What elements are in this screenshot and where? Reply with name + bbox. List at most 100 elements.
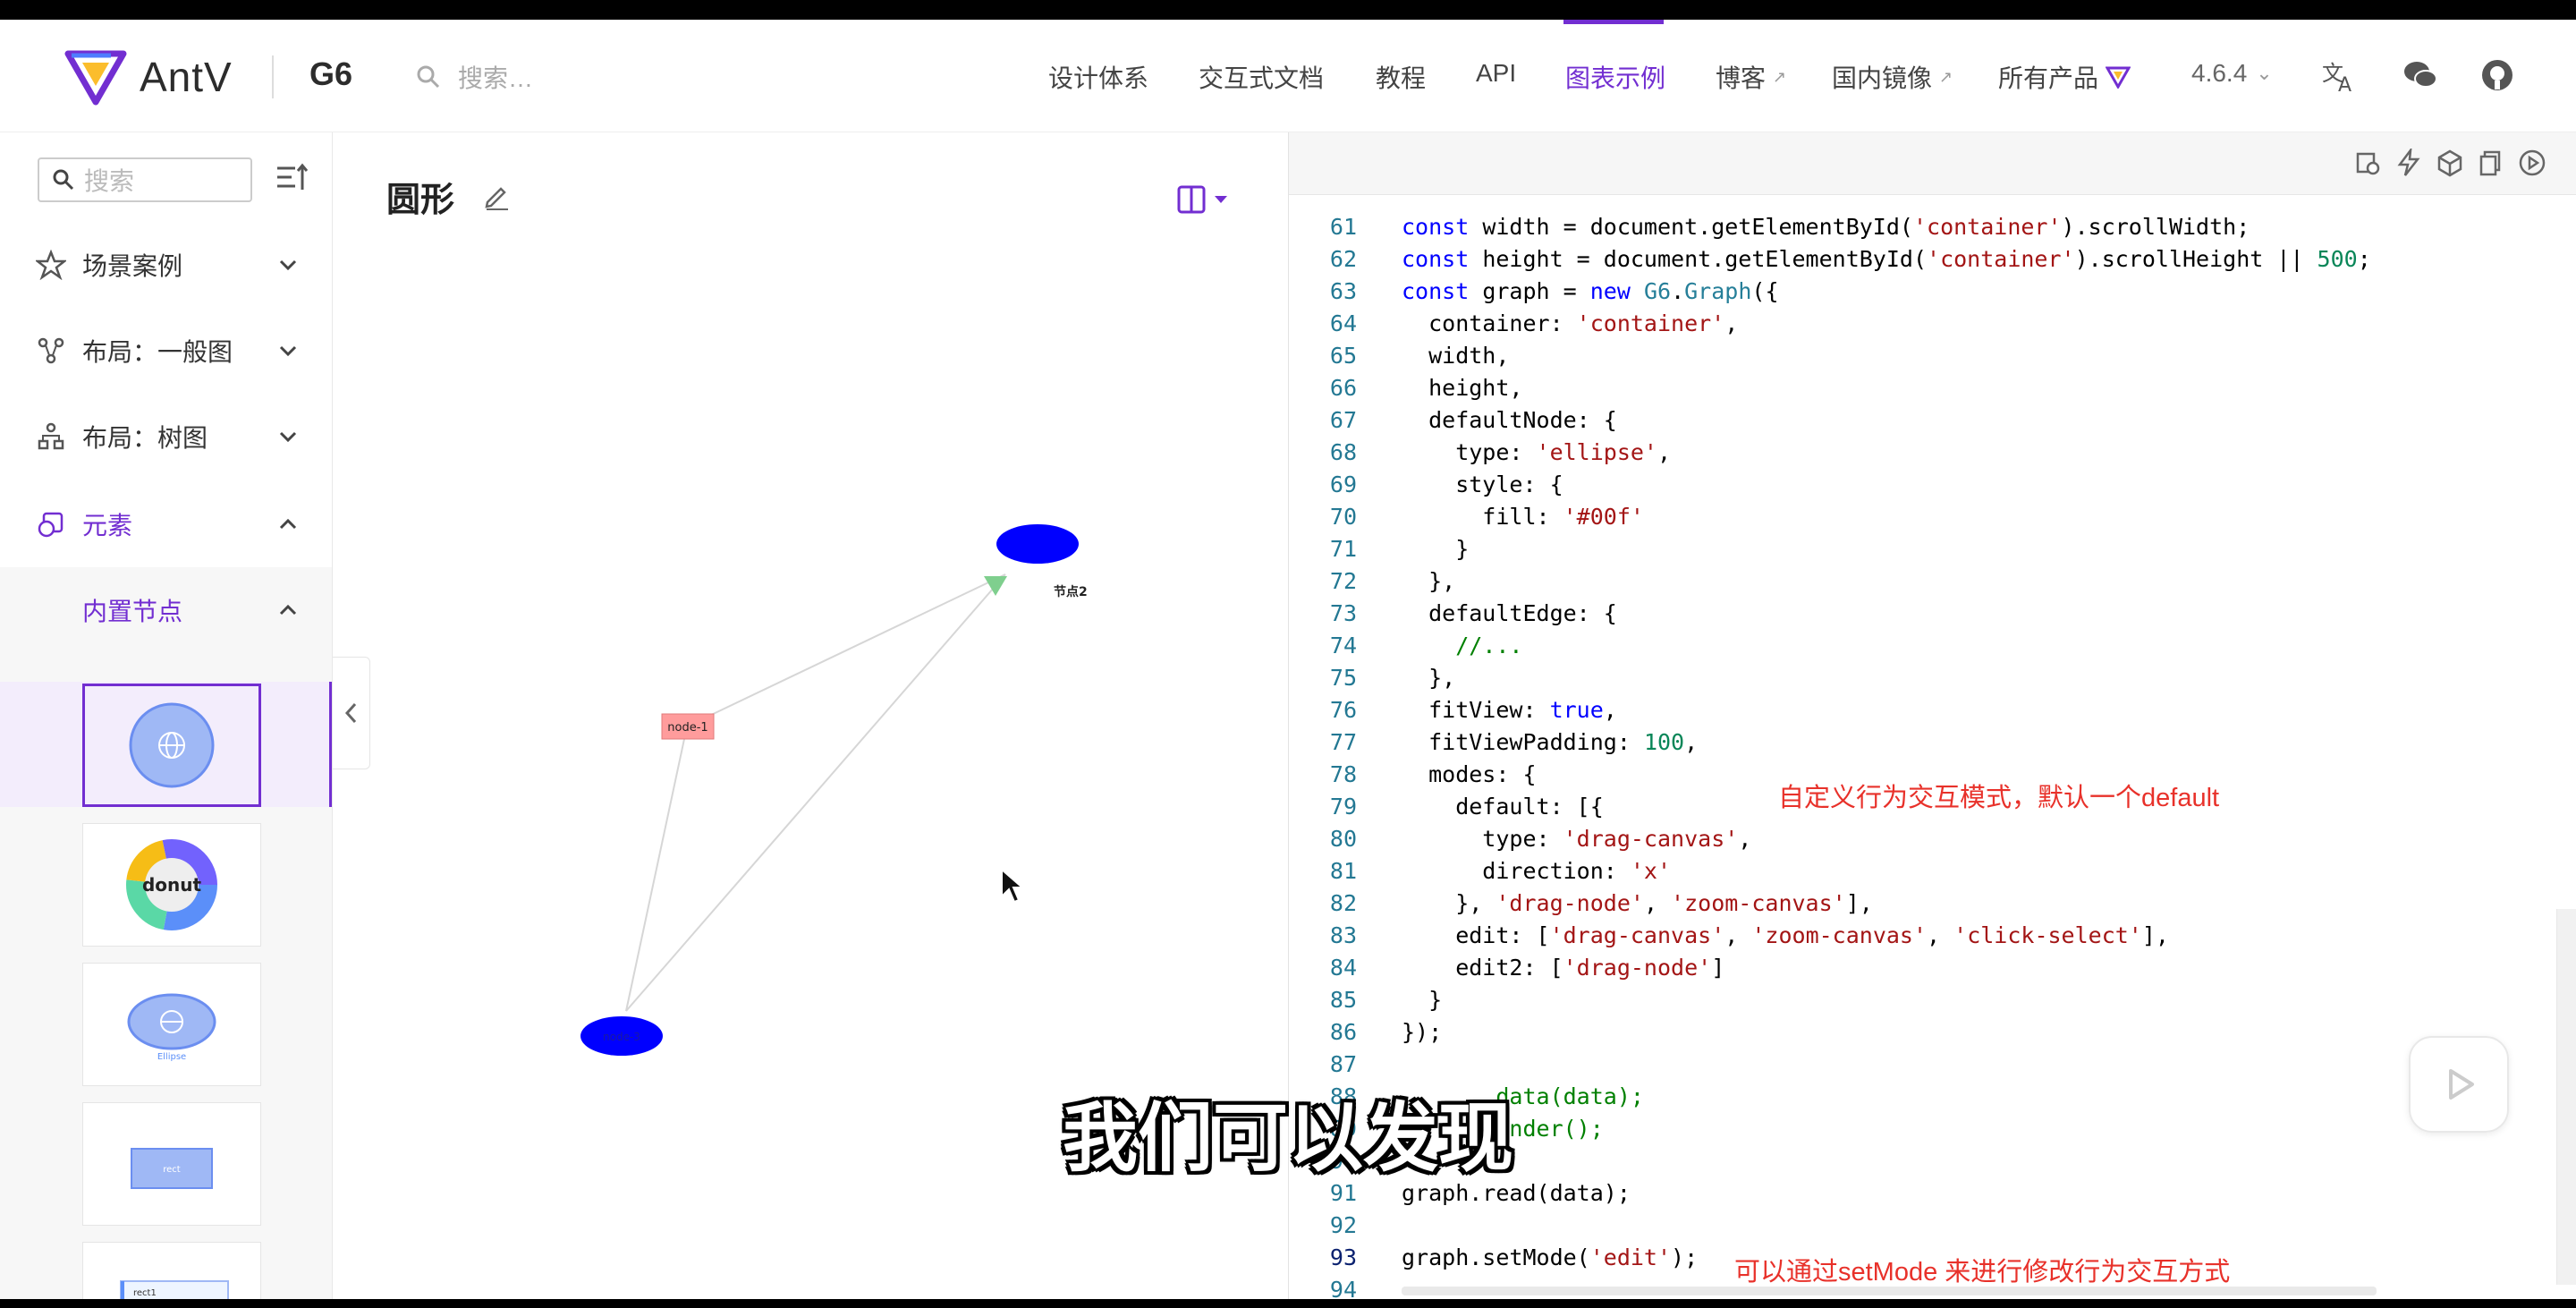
code-text: defaultEdge: { xyxy=(1402,600,1617,626)
product-name[interactable]: G6 xyxy=(309,55,352,93)
nav-mirror[interactable]: 国内镜像 ↗ xyxy=(1832,59,1953,95)
code-text: container: 'container', xyxy=(1402,310,1739,336)
code-text: default: [{ xyxy=(1402,794,1604,820)
editor-vertical-scrollbar[interactable] xyxy=(2556,909,2576,1285)
editor-toolbar xyxy=(1289,132,2576,195)
line-number: 66 xyxy=(1329,375,1357,401)
code-line[interactable]: 85 } xyxy=(1289,984,2559,1016)
nav-all-products[interactable]: 所有产品 xyxy=(1998,59,2131,95)
nav-blog[interactable]: 博客 ↗ xyxy=(1716,59,1786,95)
run-icon[interactable] xyxy=(2518,149,2546,177)
annotation-setmode: 可以通过setMode 来进行修改行为交互方式 xyxy=(1734,1258,2231,1287)
line-number: 67 xyxy=(1329,407,1357,433)
node-3-label: node-3 xyxy=(603,1031,640,1043)
menu-layout-graph[interactable]: 布局：一般图 xyxy=(0,308,332,394)
sidebar-search-placeholder: 搜索 xyxy=(84,167,135,195)
example-thumb-modelrect[interactable]: rect1 xyxy=(82,1242,261,1299)
menu-scene-cases[interactable]: 场景案例 xyxy=(0,222,332,308)
lightning-icon[interactable] xyxy=(2394,149,2423,177)
line-number: 81 xyxy=(1329,858,1357,884)
reset-code-icon[interactable] xyxy=(2353,149,2382,177)
code-line[interactable]: 82 }, 'drag-node', 'zoom-canvas'], xyxy=(1289,888,2559,920)
antv-logo-icon xyxy=(64,50,127,106)
collapse-sidebar-button[interactable] xyxy=(333,657,370,769)
menu-layout-tree[interactable]: 布局：树图 xyxy=(0,394,332,480)
code-line[interactable]: 77 fitViewPadding: 100, xyxy=(1289,726,2559,759)
mouse-cursor-icon xyxy=(1001,868,1023,904)
element-icon xyxy=(38,512,64,538)
line-number: 75 xyxy=(1329,665,1357,691)
code-line[interactable]: 73 defaultEdge: { xyxy=(1289,598,2559,630)
code-line[interactable]: 86}); xyxy=(1289,1016,2559,1049)
translate-icon[interactable]: 文 A xyxy=(2320,55,2360,95)
graph-node-3[interactable]: node-3 xyxy=(580,1016,663,1056)
code-line[interactable]: 66 height, xyxy=(1289,372,2559,404)
edge-2-3[interactable] xyxy=(625,573,1006,1012)
graph-node-1[interactable]: node-1 xyxy=(661,713,715,740)
examples-sidebar: 搜索 场景案例 布局：一般图 布局：树图 元素 内置节点 donut Ellip… xyxy=(0,132,333,1299)
code-line[interactable]: 69 style: { xyxy=(1289,469,2559,501)
version-select[interactable]: 4.6.4 ⌄ xyxy=(2191,59,2273,88)
menu-elements[interactable]: 元素 xyxy=(0,481,332,567)
code-line[interactable]: 63 const graph = new G6.Graph({ xyxy=(1289,276,2559,308)
github-icon[interactable] xyxy=(2478,55,2517,95)
code-text: } xyxy=(1402,987,1443,1013)
donut-thumb-label: donut xyxy=(142,874,202,896)
sort-icon[interactable] xyxy=(274,161,309,197)
code-line[interactable]: 72 }, xyxy=(1289,565,2559,598)
annotation-custom-modes: 自定义行为交互模式，默认一个default xyxy=(1778,784,2220,812)
code-line[interactable]: 92 xyxy=(1289,1210,2559,1242)
play-icon xyxy=(2449,1069,2474,1100)
code-line[interactable]: 87 xyxy=(1289,1049,2559,1081)
code-line[interactable]: 65 width, xyxy=(1289,340,2559,372)
code-line[interactable]: 74 //... xyxy=(1289,630,2559,662)
sidebar-search-input[interactable]: 搜索 xyxy=(38,157,252,202)
code-line[interactable]: 71 } xyxy=(1289,533,2559,565)
video-play-button[interactable] xyxy=(2409,1036,2509,1133)
line-number: 69 xyxy=(1329,471,1357,497)
edge-1-2[interactable] xyxy=(686,573,1006,727)
code-line[interactable]: 68 type: 'ellipse', xyxy=(1289,437,2559,469)
tree-layout-icon xyxy=(38,422,64,450)
line-number: 77 xyxy=(1329,729,1357,755)
code-line[interactable]: 64 container: 'container', xyxy=(1289,308,2559,340)
menu-builtin-nodes[interactable]: 内置节点 xyxy=(0,567,332,653)
nav-api[interactable]: API xyxy=(1476,59,1516,88)
wechat-icon[interactable] xyxy=(2401,55,2440,95)
nav-tutorial[interactable]: 教程 xyxy=(1376,59,1426,95)
code-line[interactable]: 83 edit: ['drag-canvas', 'zoom-canvas', … xyxy=(1289,920,2559,952)
editor-horizontal-scrollbar[interactable] xyxy=(1402,1287,2377,1295)
code-line[interactable]: 61 const width = document.getElementById(… xyxy=(1289,211,2559,243)
example-thumb-rect[interactable]: rect xyxy=(82,1102,261,1226)
example-thumb-ellipse[interactable]: Ellipse xyxy=(82,963,261,1086)
graph-node-2[interactable]: 节点2 xyxy=(996,524,1088,599)
code-line[interactable]: 75 }, xyxy=(1289,662,2559,694)
line-number: 64 xyxy=(1329,310,1357,336)
line-number: 93 xyxy=(1329,1244,1357,1270)
code-line[interactable]: 62 const height = document.getElementById… xyxy=(1289,243,2559,276)
code-line[interactable]: 80 type: 'drag-canvas', xyxy=(1289,823,2559,855)
chevron-down-icon: ⌄ xyxy=(2256,62,2273,84)
code-text: //... xyxy=(1455,633,1523,658)
copy-icon[interactable] xyxy=(2477,149,2505,177)
code-line[interactable]: 70 fill: '#00f' xyxy=(1289,501,2559,533)
example-thumb-donut[interactable]: donut xyxy=(82,823,261,947)
nav-design-system[interactable]: 设计体系 xyxy=(1048,59,1148,95)
edge-1-3[interactable] xyxy=(625,726,688,1012)
code-line[interactable]: 76 fitView: true, xyxy=(1289,694,2559,726)
code-text: }, 'drag-node', 'zoom-canvas'], xyxy=(1402,890,1873,916)
antv-logo[interactable]: AntV xyxy=(64,48,233,106)
code-line[interactable]: 84 edit2: ['drag-node'] xyxy=(1289,952,2559,984)
line-number: 70 xyxy=(1329,504,1357,530)
nav-interactive-docs[interactable]: 交互式文档 xyxy=(1199,59,1324,95)
code-line[interactable]: 67 defaultNode: { xyxy=(1289,404,2559,437)
chevron-left-icon xyxy=(344,702,356,724)
site-header: AntV G6 搜索… 设计体系 交互式文档 教程 API 图表示例 博客 ↗ 国… xyxy=(0,20,2576,132)
nav-examples[interactable]: 图表示例 xyxy=(1565,59,1665,95)
example-thumb-circle[interactable] xyxy=(82,684,261,807)
codesandbox-icon[interactable] xyxy=(2436,149,2464,177)
line-number: 87 xyxy=(1329,1051,1357,1077)
header-search[interactable]: 搜索… xyxy=(415,59,533,95)
code-line[interactable]: 81 direction: 'x' xyxy=(1289,855,2559,888)
code-text: }, xyxy=(1402,665,1456,691)
